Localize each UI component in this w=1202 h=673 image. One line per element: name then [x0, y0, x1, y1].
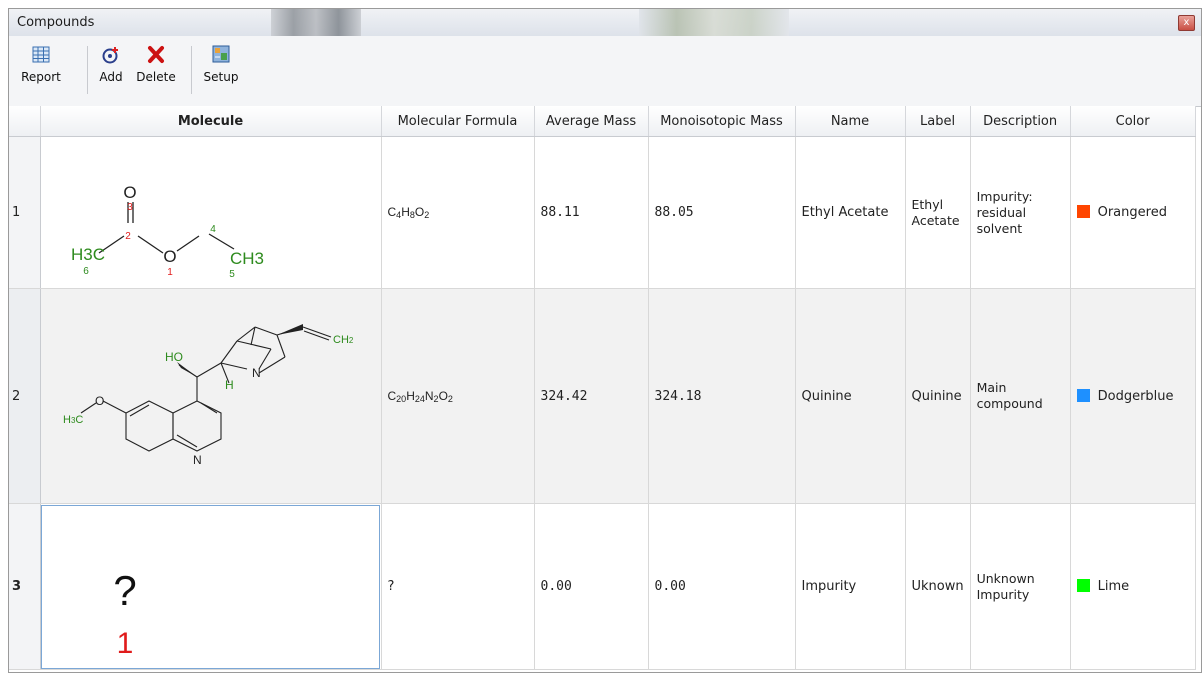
unknown-structure: ? 1	[113, 567, 136, 660]
color-swatch	[1076, 388, 1090, 402]
atom-ch2: CH2	[333, 334, 354, 346]
unknown-symbol: ?	[113, 567, 136, 614]
atom-h: H	[225, 378, 234, 392]
atom-index: 3	[127, 202, 133, 213]
delete-label: Delete	[136, 70, 176, 84]
atom-index: 1	[116, 627, 133, 660]
atom-n-quinoline: N	[193, 453, 202, 467]
setup-label: Setup	[203, 70, 239, 84]
monoisotopic-mass-cell[interactable]: 324.18	[648, 288, 796, 504]
molecule-cell[interactable]: ? 1	[40, 503, 382, 670]
toolbar-separator	[87, 46, 88, 94]
color-swatch	[1076, 205, 1090, 218]
color-cell[interactable]: Dodgerblue	[1070, 288, 1196, 504]
atom-index: 5	[229, 269, 235, 280]
atom-o-methoxy: O	[95, 394, 104, 408]
description-cell[interactable]: Main compound	[970, 288, 1071, 504]
color-cell[interactable]: Orangered	[1070, 136, 1196, 289]
atom-ho: HO	[165, 350, 183, 364]
ethyl-acetate-structure: O O H3C CH3 3 2 1 4 6 5	[71, 183, 264, 280]
header-label[interactable]: Label	[905, 106, 971, 137]
header-monoisotopic-mass[interactable]: Monoisotopic Mass	[648, 106, 796, 137]
report-button[interactable]: Report	[17, 44, 65, 102]
quinine-structure: HO N H N O H3C CH2	[63, 324, 354, 467]
header-formula[interactable]: Molecular Formula	[381, 106, 535, 137]
delete-button[interactable]: Delete	[135, 44, 177, 102]
delete-x-icon	[148, 46, 164, 63]
color-name: Orangered	[1097, 205, 1167, 220]
label-cell[interactable]: Uknown	[905, 503, 971, 670]
average-mass-cell[interactable]: 324.42	[534, 288, 649, 504]
row-number[interactable]: 1	[9, 136, 41, 289]
table-row[interactable]: 3 ? 1 ? 0.00 0.00 Impurity Uknown Unknow…	[9, 503, 1196, 670]
color-swatch	[1076, 579, 1090, 592]
name-cell[interactable]: Impurity	[795, 503, 906, 670]
table-row[interactable]: 2 HO N H N O H3C CH2 C20H24N2O2 324.42 3…	[9, 288, 1196, 504]
description-cell[interactable]: Impurity: residual solvent	[970, 136, 1071, 289]
name-cell[interactable]: Ethyl Acetate	[795, 136, 906, 289]
header-molecule[interactable]: Molecule	[40, 106, 382, 137]
color-name: Lime	[1097, 579, 1130, 594]
formula-cell[interactable]: ?	[381, 503, 535, 670]
atom-index: 4	[210, 224, 216, 235]
monoisotopic-mass-cell[interactable]: 88.05	[648, 136, 796, 289]
close-button[interactable]: x	[1178, 15, 1195, 31]
atom-o-ester: O	[163, 247, 176, 266]
compounds-window: Compounds x Report Add Delete Setup Mole…	[8, 8, 1202, 673]
toolbar: Report Add Delete Setup	[9, 36, 1201, 107]
label-cell[interactable]: Quinine	[905, 288, 971, 504]
atom-ch3: CH3	[230, 249, 264, 268]
header-name[interactable]: Name	[795, 106, 906, 137]
label-cell[interactable]: Ethyl Acetate	[905, 136, 971, 289]
molecule-cell[interactable]: O O H3C CH3 3 2 1 4 6 5	[40, 136, 382, 289]
header-average-mass[interactable]: Average Mass	[534, 106, 649, 137]
toolbar-separator	[191, 46, 192, 94]
report-label: Report	[21, 70, 61, 84]
atom-n-quinuclidine: N	[252, 366, 261, 380]
atom-h3c: H3C	[63, 414, 83, 426]
add-button[interactable]: Add	[95, 44, 127, 102]
atom-index: 6	[83, 266, 89, 277]
compounds-table: Molecule Molecular Formula Average Mass …	[9, 106, 1196, 670]
row-number[interactable]: 2	[9, 288, 41, 504]
setup-icon	[212, 45, 230, 63]
table-row[interactable]: 1 O O H3C CH3 3 2 1 4 6 5 C4H8O2 88.11 8…	[9, 136, 1196, 289]
header-description[interactable]: Description	[970, 106, 1071, 137]
title-bar-blur	[639, 9, 789, 36]
color-name: Dodgerblue	[1097, 388, 1174, 404]
color-cell[interactable]: Lime	[1070, 503, 1196, 670]
name-cell[interactable]: Quinine	[795, 288, 906, 504]
add-label: Add	[99, 70, 123, 84]
formula-cell[interactable]: C20H24N2O2	[381, 288, 535, 504]
description-cell[interactable]: Unknown Impurity	[970, 503, 1071, 670]
molecular-formula: C4H8O2	[387, 205, 430, 220]
setup-button[interactable]: Setup	[201, 44, 241, 102]
average-mass-cell[interactable]: 0.00	[534, 503, 649, 670]
title-bar-blur	[271, 9, 361, 36]
atom-h3c: H3C	[71, 245, 105, 264]
row-number[interactable]: 3	[9, 503, 41, 670]
table-icon	[32, 46, 50, 63]
monoisotopic-mass-cell[interactable]: 0.00	[648, 503, 796, 670]
add-molecule-icon	[102, 47, 118, 64]
atom-index: 1	[167, 267, 173, 278]
table-header-row: Molecule Molecular Formula Average Mass …	[9, 106, 1196, 137]
formula-cell[interactable]: C4H8O2	[381, 136, 535, 289]
header-color[interactable]: Color	[1070, 106, 1196, 137]
atom-index: 2	[125, 231, 131, 242]
atom-o-carbonyl: O	[123, 183, 136, 202]
molecule-cell[interactable]: HO N H N O H3C CH2	[40, 288, 382, 504]
average-mass-cell[interactable]: 88.11	[534, 136, 649, 289]
molecular-formula: C20H24N2O2	[387, 388, 453, 404]
corner-header	[9, 106, 41, 137]
title-bar: Compounds x	[9, 9, 1201, 37]
window-title: Compounds	[17, 15, 95, 30]
